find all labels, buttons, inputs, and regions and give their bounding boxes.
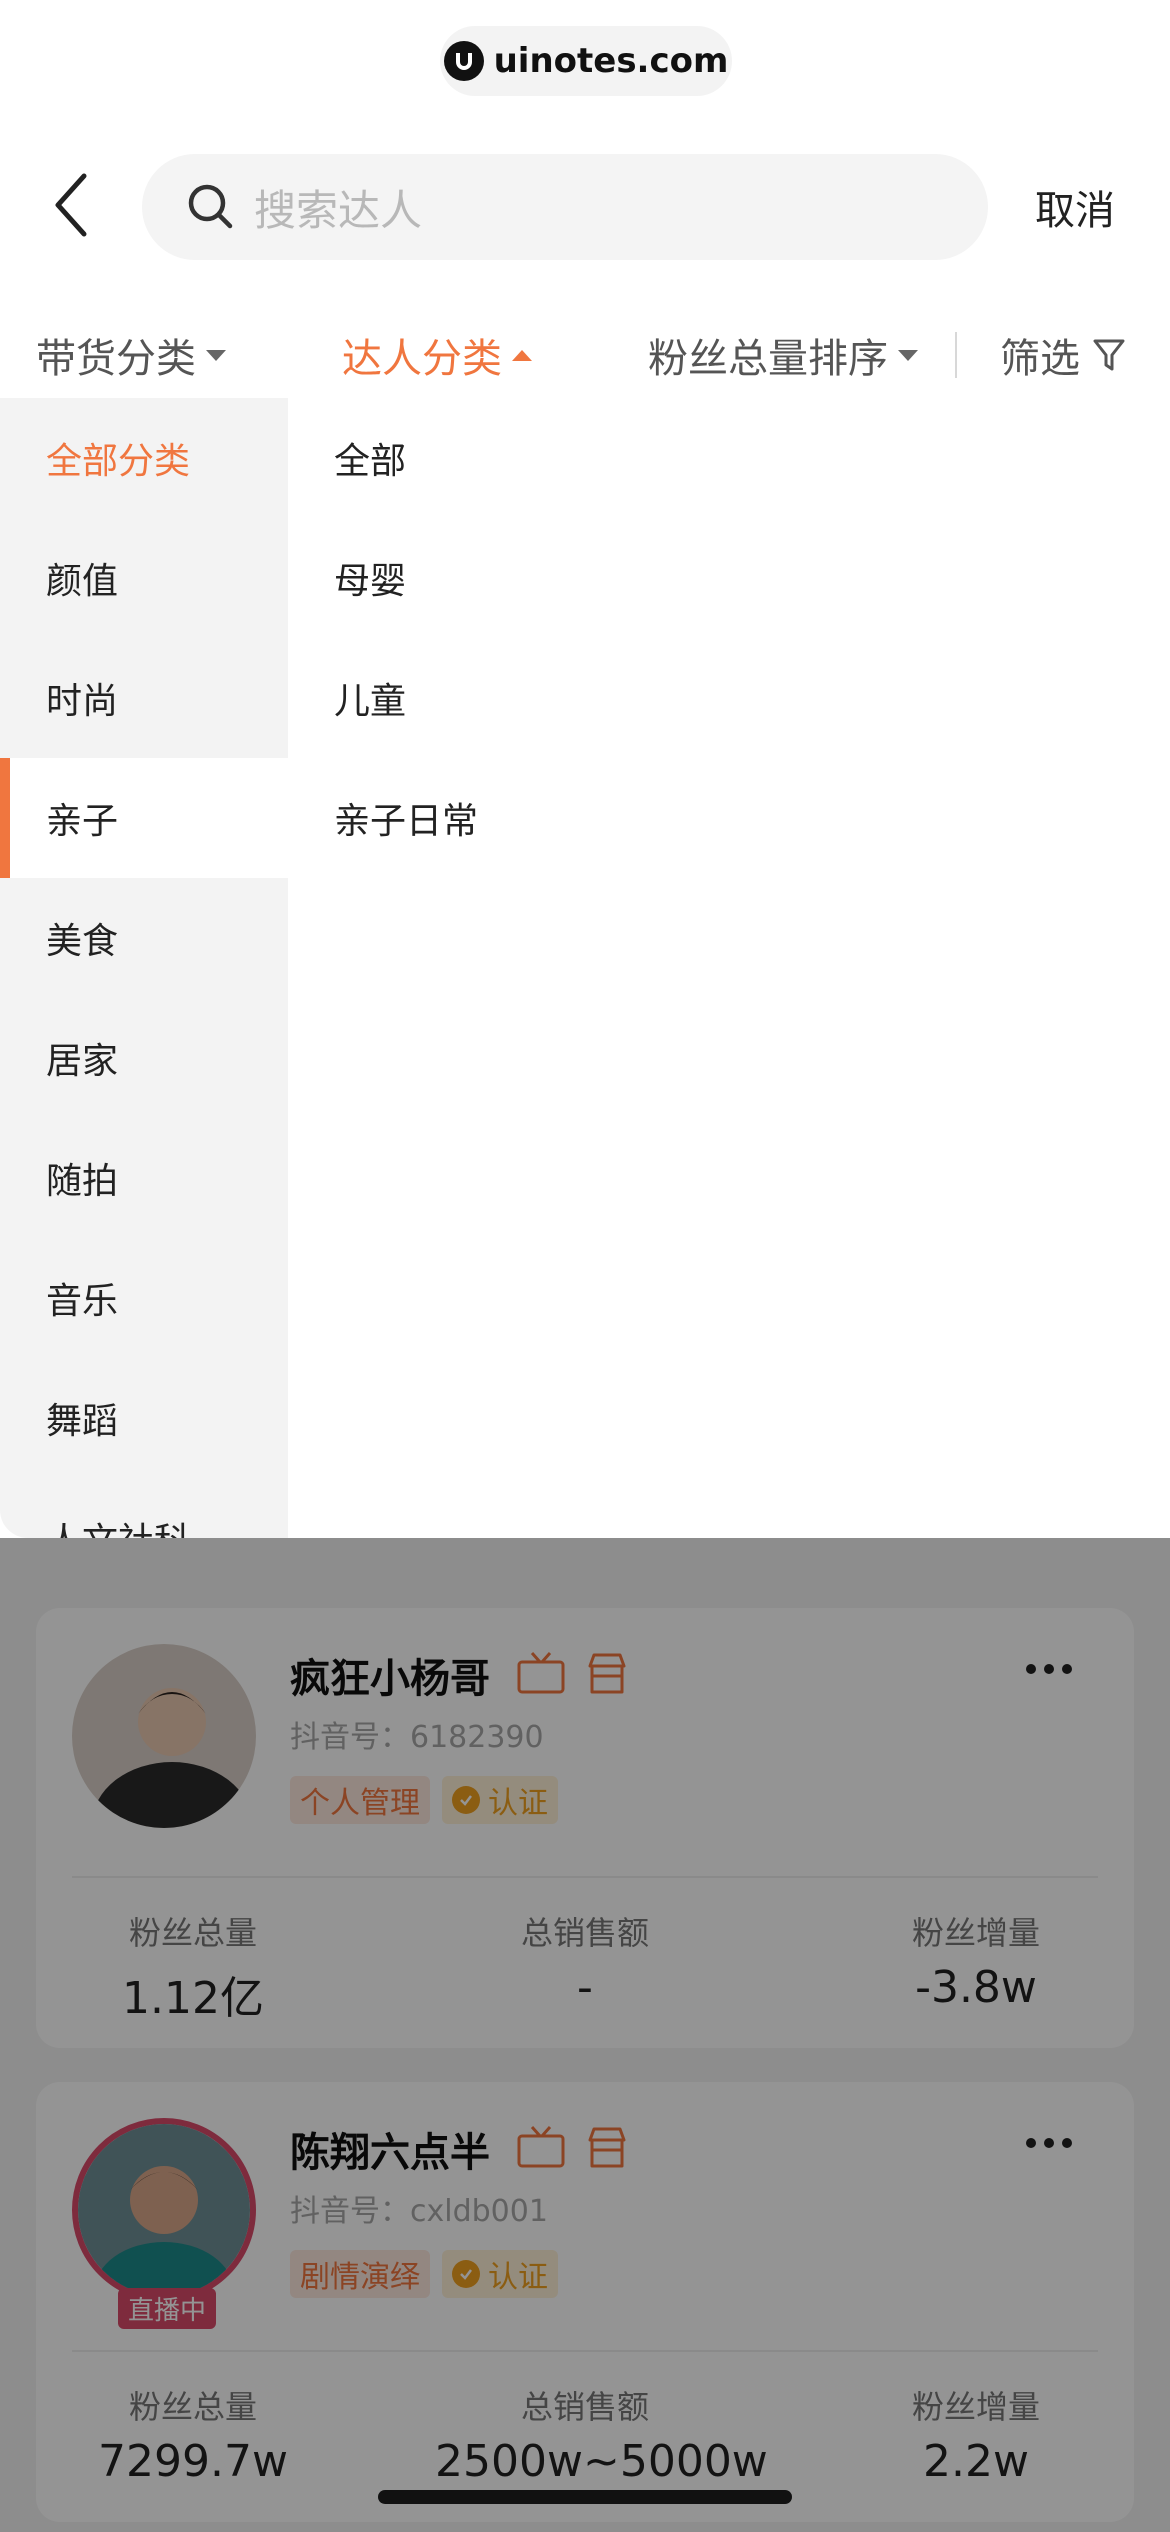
- watermark-text: uinotes.com: [493, 41, 729, 81]
- back-button[interactable]: [48, 170, 98, 240]
- category-item[interactable]: 颜值: [0, 518, 288, 638]
- watermark: uinotes.com: [440, 26, 732, 96]
- caret-up-icon: [512, 349, 532, 361]
- home-indicator[interactable]: [378, 2490, 792, 2504]
- divider: [955, 332, 957, 378]
- category-item[interactable]: 美食: [0, 878, 288, 998]
- subcategory-item[interactable]: 母婴: [334, 518, 406, 638]
- search-input[interactable]: 搜索达人: [142, 154, 988, 260]
- category-item[interactable]: 居家: [0, 998, 288, 1118]
- uinotes-logo-icon: [443, 41, 484, 81]
- category-list: 全部分类 颜值 时尚 亲子 美食 居家 随拍 音乐 舞蹈 人文社科: [0, 398, 288, 1538]
- category-item[interactable]: 人文社科: [0, 1478, 288, 1538]
- tab-goods-category[interactable]: 带货分类: [36, 320, 226, 390]
- filter-button-label: 筛选: [1000, 336, 1080, 382]
- tab-sort-label: 粉丝总量排序: [648, 336, 888, 382]
- funnel-icon: [1093, 339, 1125, 371]
- category-item-selected[interactable]: 亲子: [0, 758, 288, 878]
- subcategory-item[interactable]: 全部: [334, 398, 406, 518]
- category-item[interactable]: 时尚: [0, 638, 288, 758]
- search-placeholder: 搜索达人: [254, 185, 423, 235]
- cancel-button[interactable]: 取消: [1035, 178, 1115, 236]
- category-dropdown: 全部分类 颜值 时尚 亲子 美食 居家 随拍 音乐 舞蹈 人文社科 全部 母婴 …: [0, 398, 1170, 1538]
- category-item[interactable]: 音乐: [0, 1238, 288, 1358]
- chevron-left-icon: [55, 173, 87, 237]
- filter-button[interactable]: 筛选: [1000, 320, 1126, 390]
- tab-creator-category-label: 达人分类: [342, 336, 502, 382]
- caret-down-icon: [206, 349, 226, 361]
- subcategory-item[interactable]: 亲子日常: [334, 758, 478, 878]
- tab-sort[interactable]: 粉丝总量排序: [648, 320, 918, 390]
- category-item-all[interactable]: 全部分类: [0, 398, 288, 518]
- subcategory-item[interactable]: 儿童: [334, 638, 406, 758]
- dim-overlay[interactable]: [0, 1538, 1170, 2532]
- caret-down-icon: [898, 349, 918, 361]
- tab-goods-category-label: 带货分类: [36, 336, 196, 382]
- category-item[interactable]: 随拍: [0, 1118, 288, 1238]
- category-item[interactable]: 舞蹈: [0, 1358, 288, 1478]
- tab-creator-category[interactable]: 达人分类: [342, 320, 532, 390]
- filter-bar: 带货分类 达人分类 粉丝总量排序 筛选: [0, 320, 1170, 390]
- search-icon: [188, 184, 233, 229]
